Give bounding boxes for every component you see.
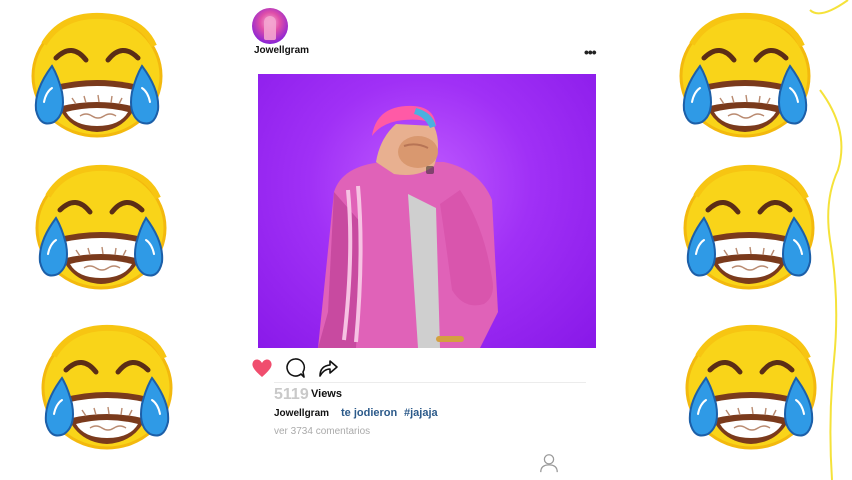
post-photo (258, 74, 596, 348)
avatar[interactable] (252, 8, 288, 44)
avatar-figure (264, 16, 276, 40)
share-arrow-icon[interactable] (316, 356, 340, 380)
laughing-crying-emoji-icon (26, 156, 176, 306)
caption-hashtag[interactable]: #jajaja (404, 407, 438, 419)
decorative-scribble-line (809, 0, 849, 480)
laughing-crying-emoji-icon (22, 4, 172, 154)
laughing-man-figure (318, 105, 498, 348)
divider (274, 382, 586, 383)
instagram-post: Jowellgram ••• 5119 Views Jowellgram te … (248, 0, 604, 480)
caption-text: te jodieron (341, 407, 398, 419)
heart-icon[interactable] (250, 356, 274, 380)
view-comments-link[interactable]: ver 3734 comentarios (274, 426, 370, 437)
comment-icon[interactable] (283, 356, 307, 380)
laughing-crying-emoji-icon (32, 316, 182, 466)
more-dots-icon[interactable]: ••• (584, 44, 597, 60)
profile-icon[interactable] (538, 452, 560, 474)
post-actions-bar (248, 356, 604, 382)
views-label: Views (311, 388, 342, 400)
caption-username[interactable]: Jowellgram (274, 408, 329, 419)
post-username[interactable]: Jowellgram (254, 45, 309, 56)
views-count: 5119 (274, 386, 309, 403)
